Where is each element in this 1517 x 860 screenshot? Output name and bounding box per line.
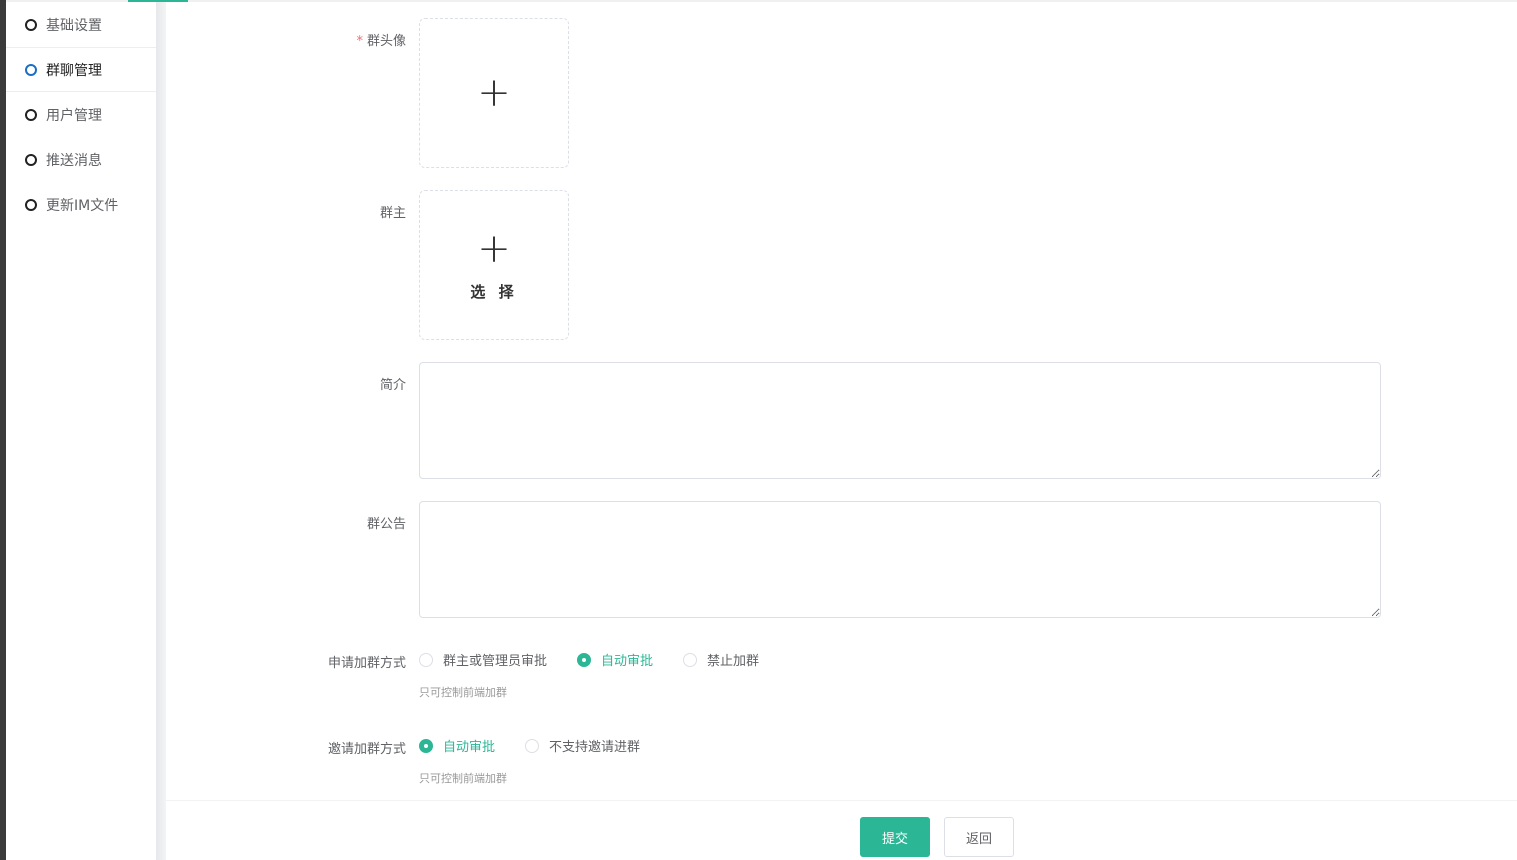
back-button[interactable]: 返回: [944, 817, 1014, 857]
owner-select-button[interactable]: + 选 择: [419, 190, 569, 340]
intro-textarea[interactable]: [419, 362, 1381, 479]
apply-method-hint: 只可控制前端加群: [419, 686, 507, 699]
form-footer: [166, 800, 1517, 860]
notice-label: 群公告: [366, 517, 406, 532]
owner-select-label: 选 择: [470, 282, 518, 301]
avatar-upload[interactable]: +: [419, 18, 569, 168]
radio-checked-icon: [419, 738, 433, 753]
avatar-label: * 群头像: [166, 30, 406, 49]
apply-radio-forbid-join[interactable]: 禁止加群: [683, 650, 759, 669]
circle-icon: [25, 18, 37, 31]
circle-icon: [25, 108, 37, 121]
invite-method-hint: 只可控制前端加群: [419, 772, 507, 785]
radio-label: 不支持邀请进群: [549, 740, 641, 755]
sidebar-item-label: 群聊管理: [46, 62, 102, 79]
radio-icon: [525, 738, 540, 753]
circle-icon: [25, 198, 37, 211]
radio-label: 自动审批: [443, 740, 496, 755]
circle-icon: [25, 153, 37, 166]
radio-icon: [419, 652, 433, 667]
invite-radio-not-supported[interactable]: 不支持邀请进群: [525, 736, 640, 755]
radio-checked-icon: [577, 652, 592, 667]
sidebar-item-update-im-files[interactable]: 更新IM文件: [6, 182, 156, 227]
sidebar-shadow: [156, 2, 166, 860]
invite-radio-auto-approval[interactable]: 自动审批: [419, 736, 495, 755]
circle-icon: [25, 63, 37, 76]
radio-label: 禁止加群: [707, 654, 760, 669]
apply-radio-owner-admin-approval[interactable]: 群主或管理员审批: [419, 650, 547, 669]
radio-label: 自动审批: [601, 654, 654, 669]
required-mark: *: [356, 34, 363, 49]
submit-button[interactable]: 提交: [860, 817, 930, 857]
sidebar-item-label: 用户管理: [46, 107, 102, 124]
sidebar-item-basic-settings[interactable]: 基础设置: [6, 2, 156, 47]
apply-method-label: 申请加群方式: [327, 656, 406, 671]
avatar-label-text: 群头像: [366, 34, 406, 49]
owner-label: 群主: [379, 206, 406, 221]
radio-icon: [683, 652, 698, 667]
sidebar-item-group-management[interactable]: 群聊管理: [6, 47, 156, 92]
sidebar-item-label: 更新IM文件: [46, 197, 119, 214]
radio-label: 群主或管理员审批: [443, 654, 548, 669]
sidebar-item-label: 基础设置: [46, 17, 102, 34]
plus-icon: +: [477, 70, 511, 116]
invite-method-label: 邀请加群方式: [327, 742, 406, 757]
invite-method-radio-group: 自动审批 不支持邀请进群: [419, 736, 670, 755]
intro-label: 简介: [379, 378, 406, 393]
apply-method-radio-group: 群主或管理员审批 自动审批 禁止加群: [419, 650, 789, 669]
sidebar: 基础设置 群聊管理 用户管理 推送消息 更新IM文件: [6, 2, 156, 860]
sidebar-item-user-management[interactable]: 用户管理: [6, 92, 156, 137]
apply-radio-auto-approval[interactable]: 自动审批: [577, 650, 653, 669]
plus-icon: +: [477, 225, 511, 272]
top-divider: [6, 0, 1517, 2]
notice-textarea[interactable]: [419, 501, 1381, 618]
sidebar-item-push-messages[interactable]: 推送消息: [6, 137, 156, 182]
sidebar-item-label: 推送消息: [46, 152, 102, 169]
